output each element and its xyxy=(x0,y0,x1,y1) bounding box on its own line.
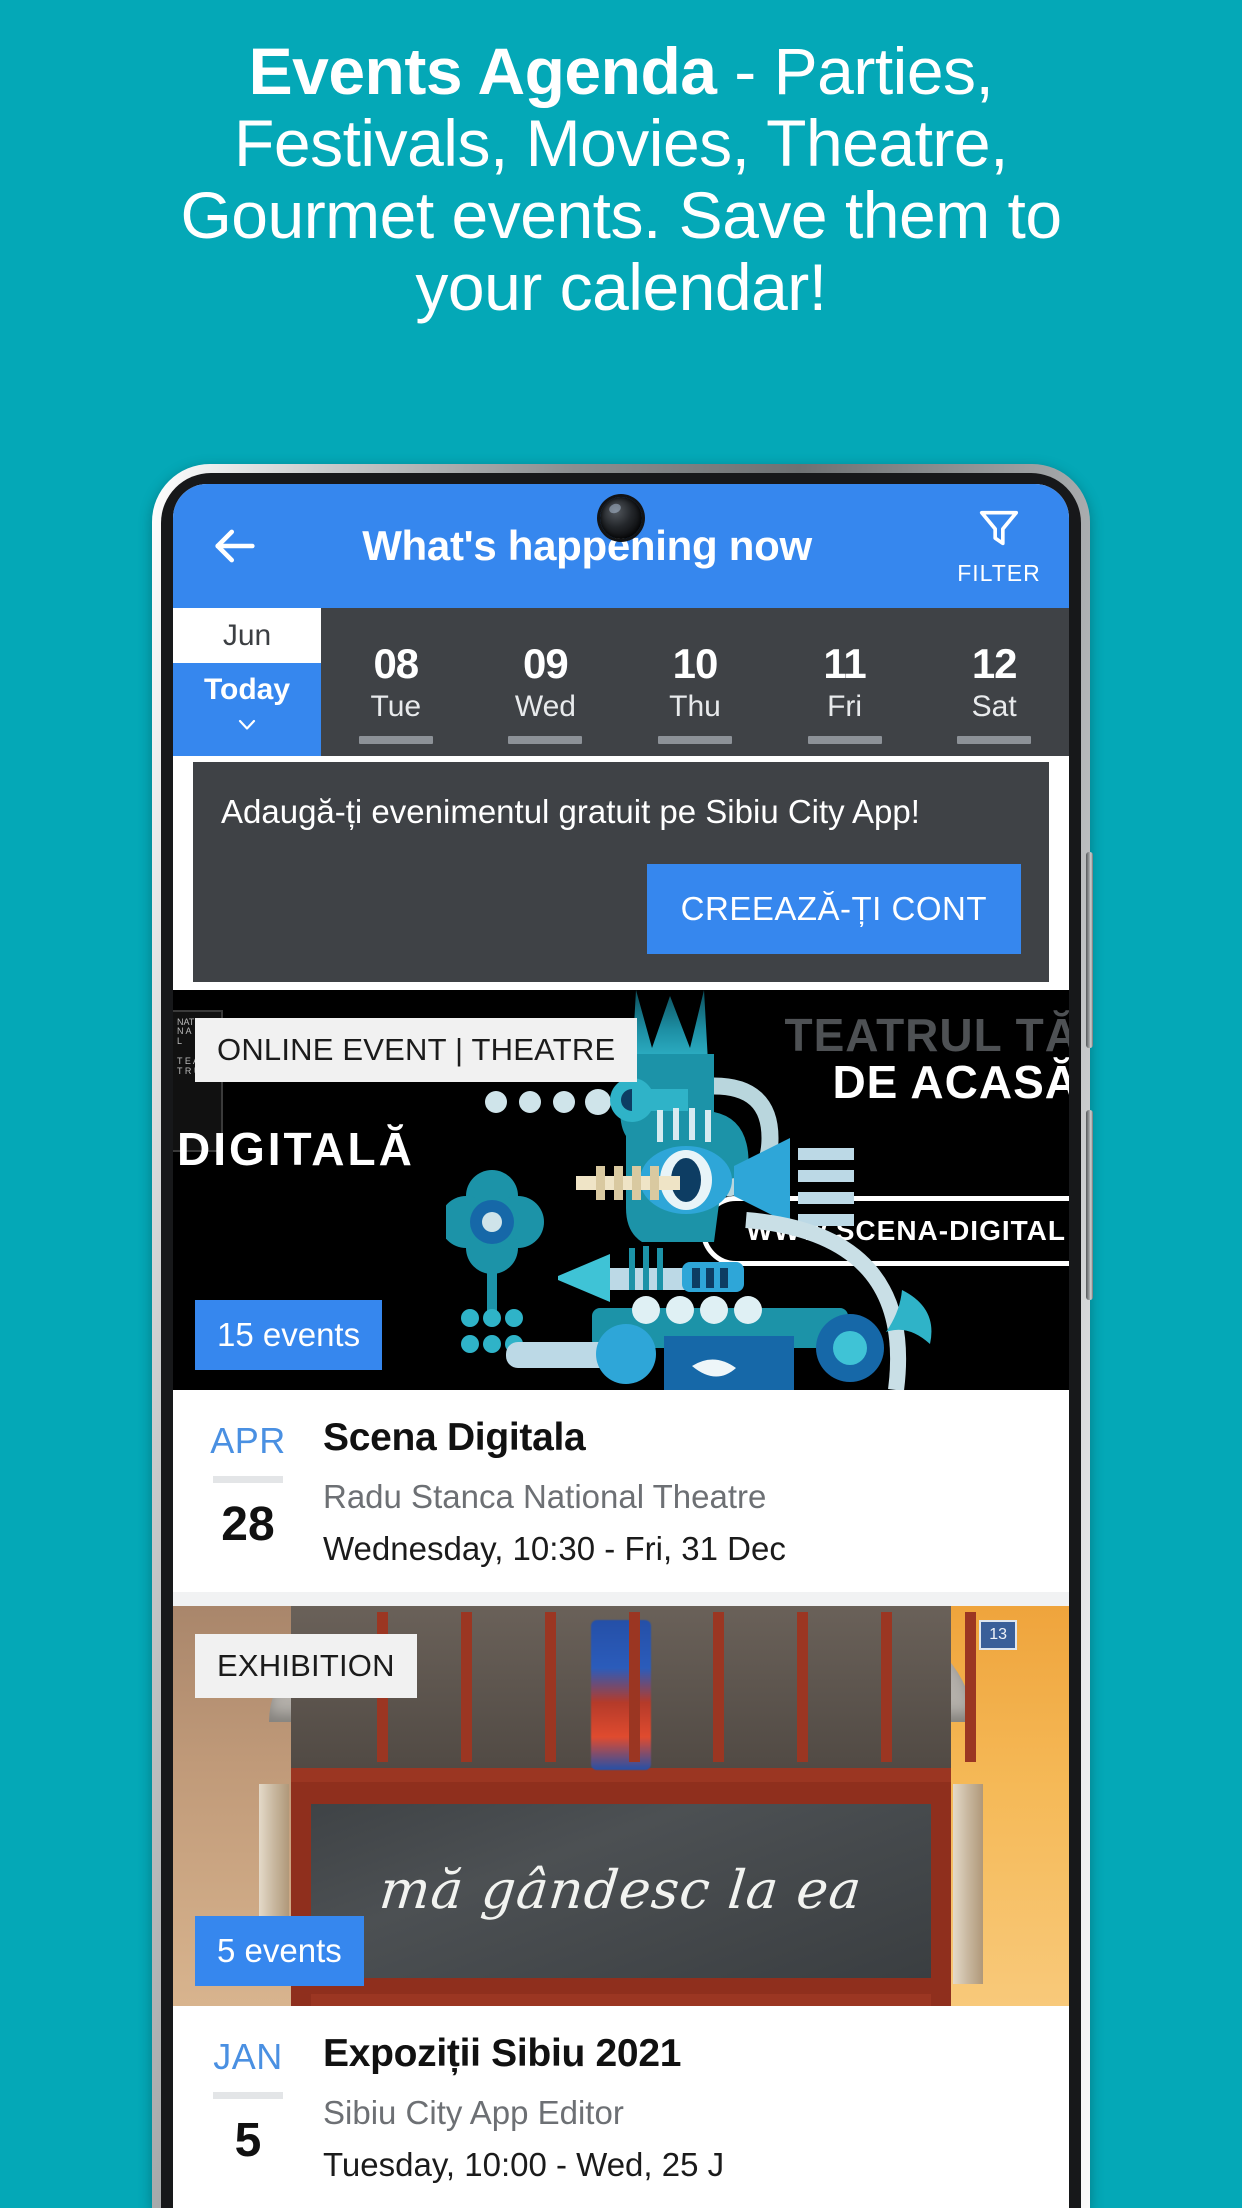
event-details: APR 28 Scena Digitala Radu Stanca Nation… xyxy=(173,1390,1069,1592)
event-info-block: Scena Digitala Radu Stanca National Thea… xyxy=(323,1416,1069,1568)
promo-line-1: Events Agenda - Parties, xyxy=(70,34,1172,108)
day-cell-11[interactable]: 11 Fri xyxy=(770,608,920,756)
events-count-badge: 15 events xyxy=(195,1299,383,1370)
event-date-month: APR xyxy=(210,1419,286,1461)
photo-chalkboard-sign: mă gândesc la ea xyxy=(311,1803,931,1978)
day-number: 12 xyxy=(971,640,1018,687)
phone-volume-button[interactable] xyxy=(1086,852,1093,1048)
event-poster[interactable]: NATIO N AL T E AT R U TEATRUL TĂ DE ACASĂ… xyxy=(173,989,1069,1390)
page-title: What's happening now xyxy=(362,522,812,569)
events-count-badge: 5 events xyxy=(195,1915,364,1986)
event-date-divider xyxy=(213,1475,283,1483)
day-underline xyxy=(957,736,1032,744)
month-label: Jun xyxy=(173,608,321,663)
promo-line-3: Gourmet events. Save them to xyxy=(180,177,1062,252)
day-name: Wed xyxy=(514,690,576,723)
funnel-icon xyxy=(976,505,1022,556)
photo-lower-doors xyxy=(311,1993,931,2006)
promo-line-4: your calendar! xyxy=(415,249,827,324)
chevron-down-icon[interactable] xyxy=(226,713,268,742)
day-cell-09[interactable]: 09 Wed xyxy=(471,608,621,756)
photo-mullion xyxy=(797,1611,808,1762)
event-date-block: JAN 5 xyxy=(173,2032,323,2184)
day-underline xyxy=(508,736,583,744)
phone-mockup: What's happening now FILTER Jun Today 08… xyxy=(152,464,1093,2208)
event-date-day: 28 xyxy=(221,1497,275,1551)
app-bar: What's happening now FILTER xyxy=(173,484,1069,608)
day-cell-08[interactable]: 08 Tue xyxy=(321,608,471,756)
event-info-block: Expoziții Sibiu 2021 Sibiu City App Edit… xyxy=(323,2032,1069,2184)
card-separator xyxy=(173,1591,1069,1606)
event-date-day: 5 xyxy=(234,2113,262,2167)
today-button[interactable]: Today xyxy=(173,663,321,756)
day-underline xyxy=(657,736,732,744)
day-number: 09 xyxy=(523,640,569,687)
event-organizer: Radu Stanca National Theatre xyxy=(323,1477,767,1515)
banner-button-row: CREEAZĂ-ȚI CONT xyxy=(221,863,1021,954)
photo-hanging-cloth xyxy=(591,1619,651,1770)
photo-mullion xyxy=(629,1611,640,1762)
filter-label: FILTER xyxy=(957,560,1041,586)
chalkboard-text: mă gândesc la ea xyxy=(376,1860,866,1922)
phone-power-button[interactable] xyxy=(1086,1110,1093,1300)
photo-mullion xyxy=(965,1611,976,1762)
photo-mullion xyxy=(545,1611,556,1762)
photo-mullion xyxy=(713,1611,724,1762)
phone-screen: What's happening now FILTER Jun Today 08… xyxy=(173,484,1069,2208)
event-category-chip: ONLINE EVENT | THEATRE xyxy=(195,1017,638,1082)
event-card-scena-digitala[interactable]: NATIO N AL T E AT R U TEATRUL TĂ DE ACASĂ… xyxy=(173,989,1069,1592)
photo-mullion xyxy=(881,1611,892,1762)
front-camera xyxy=(600,497,642,539)
promo-line-1-rest: - Parties, xyxy=(716,34,994,108)
day-underline xyxy=(358,736,433,744)
event-date-block: APR 28 xyxy=(173,1416,323,1568)
day-name: Fri xyxy=(827,690,863,723)
event-datetime: Wednesday, 10:30 - Fri, 31 Dec xyxy=(323,1529,786,1567)
event-title: Scena Digitala xyxy=(323,1415,586,1459)
day-number: 11 xyxy=(823,640,866,687)
event-date-divider xyxy=(213,2091,283,2099)
banner-text: Adaugă-ți evenimentul gratuit pe Sibiu C… xyxy=(221,793,920,830)
photo-house-number: 13 xyxy=(979,1619,1017,1650)
day-list: 08 Tue 09 Wed 10 Thu 11 Fri 12 Sat xyxy=(321,608,1069,756)
poster-left-word: DIGITALĂ xyxy=(177,1122,415,1175)
promo-line-1-bold: Events Agenda xyxy=(248,34,717,108)
event-datetime: Tuesday, 10:00 - Wed, 25 J xyxy=(323,2145,725,2183)
today-label: Today xyxy=(203,673,291,706)
day-name: Thu xyxy=(669,690,721,723)
event-title: Expoziții Sibiu 2021 xyxy=(323,2031,682,2075)
date-strip: Jun Today 08 Tue 09 Wed 10 Thu 11 Fri 12… xyxy=(173,608,1069,756)
day-cell-10[interactable]: 10 Thu xyxy=(620,608,770,756)
day-cell-12[interactable]: 12 Sat xyxy=(919,608,1069,756)
event-details: JAN 5 Expoziții Sibiu 2021 Sibiu City Ap… xyxy=(173,2006,1069,2208)
promo-line-2: Festivals, Movies, Theatre, xyxy=(234,105,1008,180)
create-account-button[interactable]: CREEAZĂ-ȚI CONT xyxy=(646,863,1021,954)
day-number: 10 xyxy=(672,640,719,687)
day-number: 08 xyxy=(373,640,419,687)
day-name: Sat xyxy=(971,690,1017,723)
event-organizer: Sibiu City App Editor xyxy=(323,2093,624,2131)
event-card-expozitii-sibiu[interactable]: mă gândesc la ea 13 EXHIBITION 5 events … xyxy=(173,1605,1069,2208)
promo-headline: Events Agenda - Parties, Festivals, Movi… xyxy=(0,0,1242,324)
photo-pilaster xyxy=(953,1783,983,1984)
promo-banner-container: Adaugă-ți evenimentul gratuit pe Sibiu C… xyxy=(173,756,1069,990)
event-poster[interactable]: mă gândesc la ea 13 EXHIBITION 5 events xyxy=(173,1605,1069,2006)
photo-mullion xyxy=(461,1611,472,1762)
month-today-column[interactable]: Jun Today xyxy=(173,608,321,756)
day-name: Tue xyxy=(370,690,422,723)
filter-button[interactable]: FILTER xyxy=(937,505,1069,587)
day-underline xyxy=(807,736,882,744)
create-account-banner: Adaugă-ți evenimentul gratuit pe Sibiu C… xyxy=(193,762,1049,982)
event-date-month: JAN xyxy=(213,2035,283,2077)
event-category-chip: EXHIBITION xyxy=(195,1633,417,1698)
